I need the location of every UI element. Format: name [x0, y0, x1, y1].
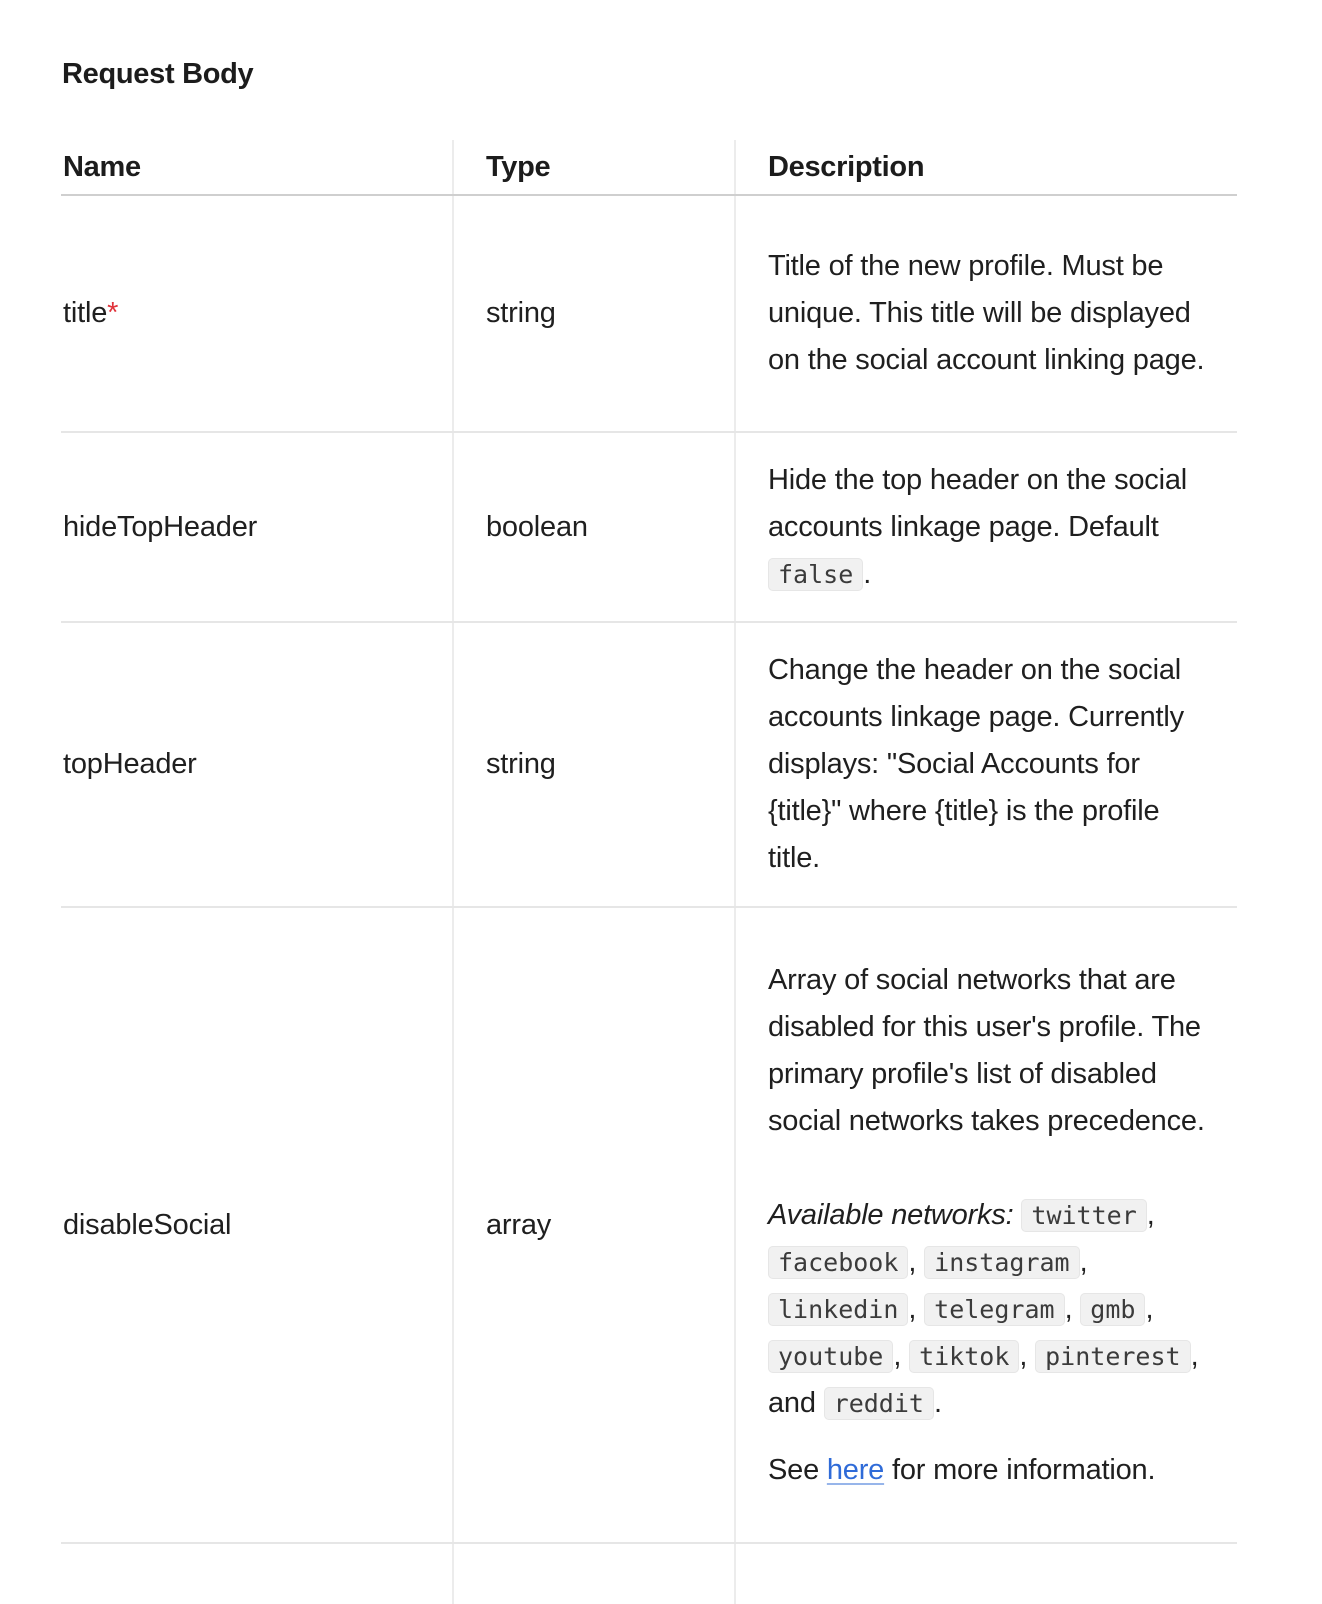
default-value-code: false: [768, 557, 864, 591]
networks-label: Available networks:: [768, 1198, 1014, 1231]
section-title: Request Body: [62, 58, 254, 90]
param-type: array: [452, 907, 735, 1544]
network-separator: ,: [1145, 1292, 1154, 1325]
see-more-text: See here for more information.: [768, 1447, 1207, 1494]
param-description: Change the header on the social accounts…: [734, 622, 1237, 908]
param-type: string: [452, 622, 735, 908]
param-type: boolean: [452, 432, 735, 623]
network-code-gmb: gmb: [1080, 1292, 1146, 1326]
param-type: string: [452, 195, 735, 433]
network-code-twitter: twitter: [1021, 1198, 1147, 1232]
table-row: disableSocial array Array of social netw…: [61, 907, 1237, 1544]
column-header-name: Name: [61, 140, 453, 196]
param-name: topHeader: [61, 622, 453, 908]
table-row: topHeader string Change the header on th…: [61, 622, 1237, 908]
description-text: Array of social networks that are disabl…: [768, 963, 1205, 1137]
param-name: hideTopHeader: [61, 432, 453, 623]
param-name: title: [63, 297, 108, 329]
see-prefix: See: [768, 1453, 827, 1486]
column-header-type: Type: [452, 140, 735, 196]
description-text: Change the header on the social accounts…: [768, 654, 1184, 874]
network-code-pinterest: pinterest: [1035, 1339, 1191, 1373]
table-header-row: Name Type Description: [61, 140, 1237, 196]
network-code-instagram: instagram: [924, 1245, 1080, 1279]
network-code-facebook: facebook: [768, 1245, 909, 1279]
network-separator: ,: [908, 1292, 925, 1325]
param-name: disableSocial: [61, 907, 453, 1544]
network-separator: ,: [1019, 1339, 1036, 1372]
network-code-reddit: reddit: [823, 1386, 934, 1420]
required-marker: *: [107, 297, 119, 329]
network-separator: ,: [908, 1245, 925, 1278]
param-name-cell: title*: [61, 195, 453, 433]
request-body-table: Name Type Description title* string Titl…: [61, 140, 1237, 1604]
network-separator: ,: [1064, 1292, 1081, 1325]
description-suffix: .: [863, 557, 872, 590]
available-networks: Available networks: twitter, facebook, i…: [768, 1192, 1207, 1427]
network-code-linkedin: linkedin: [768, 1292, 909, 1326]
description-prefix: Hide the top header on the social accoun…: [768, 463, 1188, 543]
network-separator: ,: [893, 1339, 910, 1372]
param-description: Title of the new profile. Must be unique…: [734, 195, 1237, 433]
table-row: title* string Title of the new profile. …: [61, 195, 1237, 433]
network-code-tiktok: tiktok: [909, 1339, 1020, 1373]
network-code-telegram: telegram: [924, 1292, 1065, 1326]
param-description: Hide the top header on the social accoun…: [734, 432, 1237, 623]
see-suffix: for more information.: [884, 1453, 1156, 1486]
description-text: Hide the top header on the social accoun…: [768, 457, 1207, 598]
network-separator: .: [933, 1386, 942, 1419]
network-separator: ,: [1079, 1245, 1088, 1278]
param-description: Array of social networks that are disabl…: [734, 907, 1237, 1544]
network-separator: ,: [1146, 1198, 1155, 1231]
column-header-description: Description: [734, 140, 1237, 196]
description-text: Title of the new profile. Must be unique…: [768, 250, 1205, 376]
table-row: hideTopHeader boolean Hide the top heade…: [61, 432, 1237, 623]
table-row-partial: [61, 1543, 1237, 1604]
network-code-youtube: youtube: [768, 1339, 894, 1373]
here-link[interactable]: here: [827, 1454, 884, 1486]
network-list: twitter, facebook, instagram, linkedin, …: [768, 1198, 1199, 1420]
